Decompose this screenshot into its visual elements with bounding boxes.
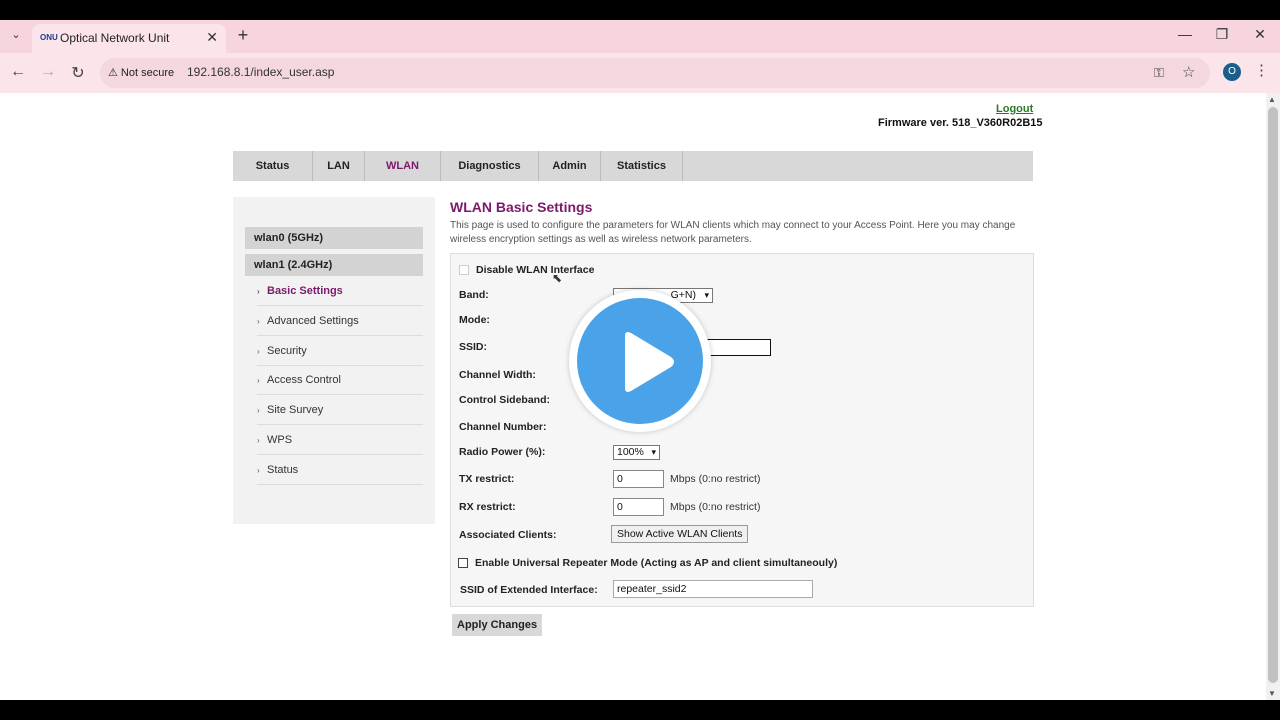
sidebar-item-label: Advanced Settings xyxy=(267,315,359,327)
extended-ssid-input[interactable]: repeater_ssid2 xyxy=(613,580,813,598)
extended-ssid-label: SSID of Extended Interface: xyxy=(460,584,598,596)
wlan-settings-form: Disable WLAN Interface Band: G+N) ▾ Mode:… xyxy=(450,253,1034,607)
play-icon xyxy=(625,332,674,392)
play-button-circle xyxy=(577,298,703,424)
menu-status[interactable]: Status xyxy=(233,151,313,181)
menu-admin[interactable]: Admin xyxy=(539,151,601,181)
show-active-clients-button[interactable]: Show Active WLAN Clients xyxy=(611,525,749,543)
arrow-right-icon: › xyxy=(257,317,260,326)
radio-power-label: Radio Power (%): xyxy=(459,446,546,458)
radio-power-select[interactable]: 100% ▾ xyxy=(613,445,660,460)
sidebar-group-wlan0[interactable]: wlan0 (5GHz) xyxy=(245,227,423,249)
disable-wlan-label: Disable WLAN Interface xyxy=(476,264,595,276)
sidebar: wlan0 (5GHz) wlan1 (2.4GHz) › Basic Setti… xyxy=(233,197,435,524)
sidebar-item-security[interactable]: › Security xyxy=(257,336,423,366)
chevron-down-icon: ▾ xyxy=(704,290,709,300)
key-icon[interactable]: ⚿ xyxy=(1154,65,1164,81)
arrow-right-icon: › xyxy=(257,287,260,296)
menu-statistics[interactable]: Statistics xyxy=(601,151,683,181)
channel-number-label: Channel Number: xyxy=(459,421,547,433)
disable-wlan-checkbox[interactable] xyxy=(459,265,469,276)
radio-power-value: 100% xyxy=(617,446,644,458)
mouse-cursor-icon: ⬉ xyxy=(552,271,563,285)
repeater-checkbox[interactable] xyxy=(458,558,468,569)
menu-diagnostics[interactable]: Diagnostics xyxy=(441,151,539,181)
sidebar-item-access-control[interactable]: › Access Control xyxy=(257,365,423,395)
browser-chrome: ⌄ ONU Optical Network Unit ✕ + — ❐ ✕ ← →… xyxy=(0,20,1280,93)
browser-toolbar: ← → ↻ ⚠ Not secure 192.168.8.1/index_use… xyxy=(0,53,1280,93)
sidebar-item-site-survey[interactable]: › Site Survey xyxy=(257,395,423,425)
close-tab-icon[interactable]: ✕ xyxy=(206,29,218,46)
screen: ⌄ ONU Optical Network Unit ✕ + — ❐ ✕ ← →… xyxy=(0,0,1280,720)
sidebar-item-label: Basic Settings xyxy=(267,285,343,297)
page-scrollbar[interactable]: ▲ ▼ xyxy=(1266,93,1280,700)
browser-menu-icon[interactable]: ⋮ xyxy=(1254,61,1269,79)
chevron-down-icon: ▾ xyxy=(651,447,656,457)
address-bar[interactable]: ⚠ Not secure 192.168.8.1/index_user.asp … xyxy=(100,58,1210,88)
tab-strip: ⌄ ONU Optical Network Unit ✕ + — ❐ ✕ xyxy=(0,20,1280,53)
restore-icon[interactable]: ❐ xyxy=(1212,26,1232,43)
bookmark-star-icon[interactable]: ☆ xyxy=(1182,63,1195,81)
logout-link[interactable]: Logout xyxy=(996,103,1033,115)
channel-width-label: Channel Width: xyxy=(459,369,536,381)
firmware-version: Firmware ver. 518_V360R02B15 xyxy=(878,117,1043,129)
page-title: WLAN Basic Settings xyxy=(450,199,593,215)
profile-avatar[interactable]: O xyxy=(1223,63,1241,81)
ssid-input[interactable] xyxy=(707,339,771,356)
tx-restrict-input[interactable]: 0 xyxy=(613,470,664,488)
tx-restrict-hint: Mbps (0:no restrict) xyxy=(670,473,761,485)
menu-lan[interactable]: LAN xyxy=(313,151,365,181)
sidebar-group-wlan1[interactable]: wlan1 (2.4GHz) xyxy=(245,254,423,276)
video-play-button[interactable] xyxy=(569,290,711,432)
sidebar-item-label: Site Survey xyxy=(267,404,324,416)
sidebar-item-label: Status xyxy=(267,464,299,476)
not-secure-badge[interactable]: ⚠ Not secure xyxy=(108,66,174,79)
arrow-right-icon: › xyxy=(257,466,260,475)
rx-restrict-label: RX restrict: xyxy=(459,501,516,513)
sidebar-item-status[interactable]: › Status xyxy=(257,455,423,485)
menu-wlan[interactable]: WLAN xyxy=(365,151,441,181)
repeater-label: Enable Universal Repeater Mode (Acting a… xyxy=(475,557,838,569)
browser-tab[interactable]: ONU Optical Network Unit ✕ xyxy=(32,24,226,53)
associated-clients-label: Associated Clients: xyxy=(459,529,557,541)
band-label: Band: xyxy=(459,289,489,301)
close-window-icon[interactable]: ✕ xyxy=(1250,26,1270,43)
new-tab-icon[interactable]: + xyxy=(235,25,251,46)
scroll-up-icon[interactable]: ▲ xyxy=(1268,95,1276,104)
back-icon[interactable]: ← xyxy=(8,63,28,81)
control-sideband-label: Control Sideband: xyxy=(459,394,550,406)
main-header: WLAN Basic Settings This page is used to… xyxy=(450,199,1034,247)
mode-label: Mode: xyxy=(459,314,490,326)
tab-search-icon[interactable]: ⌄ xyxy=(6,28,26,46)
scroll-down-icon[interactable]: ▼ xyxy=(1268,689,1276,698)
sidebar-item-label: Security xyxy=(267,345,307,357)
arrow-right-icon: › xyxy=(257,406,260,415)
tab-title: Optical Network Unit xyxy=(60,31,170,45)
page-description: This page is used to configure the param… xyxy=(450,220,1016,245)
arrow-right-icon: › xyxy=(257,347,260,356)
arrow-right-icon: › xyxy=(257,436,260,445)
forward-icon[interactable]: → xyxy=(38,63,58,81)
apply-changes-button[interactable]: Apply Changes xyxy=(452,614,543,636)
rx-restrict-input[interactable]: 0 xyxy=(613,498,664,516)
ssid-label: SSID: xyxy=(459,341,488,353)
sidebar-item-label: WPS xyxy=(267,434,293,446)
onu-favicon-icon: ONU xyxy=(40,33,58,42)
main-menu: Status LAN WLAN Diagnostics Admin Statis… xyxy=(233,151,1033,181)
tx-restrict-label: TX restrict: xyxy=(459,473,515,485)
sidebar-item-basic-settings[interactable]: › Basic Settings xyxy=(257,276,423,306)
url-text[interactable]: 192.168.8.1/index_user.asp xyxy=(187,65,334,79)
arrow-right-icon: › xyxy=(257,376,260,385)
not-secure-label: Not secure xyxy=(120,67,175,79)
rx-restrict-hint: Mbps (0:no restrict) xyxy=(670,501,761,513)
sidebar-item-advanced-settings[interactable]: › Advanced Settings xyxy=(257,306,423,336)
sidebar-item-label: Access Control xyxy=(267,374,341,386)
sidebar-item-wps[interactable]: › WPS xyxy=(257,425,423,455)
scrollbar-thumb[interactable] xyxy=(1268,107,1278,683)
reload-icon[interactable]: ↻ xyxy=(68,63,88,83)
minimize-icon[interactable]: — xyxy=(1175,26,1195,42)
